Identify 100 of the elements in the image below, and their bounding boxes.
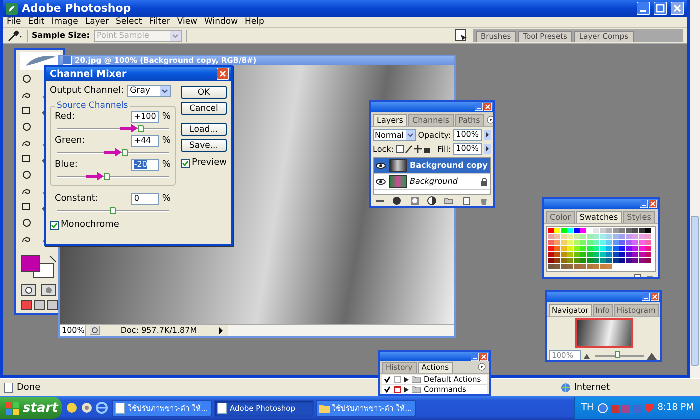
zoom-out-icon[interactable] bbox=[584, 353, 592, 359]
lock-options-icon[interactable] bbox=[396, 144, 430, 154]
navigator-preview[interactable] bbox=[574, 318, 632, 348]
group-label: Source Channels bbox=[56, 101, 130, 111]
horizontal-scrollbar[interactable] bbox=[228, 325, 454, 336]
tray-icons-drawing[interactable] bbox=[598, 402, 654, 414]
layer-row[interactable]: Background bbox=[374, 174, 490, 190]
menu-item[interactable]: Select bbox=[116, 17, 142, 27]
dialog-button[interactable]: OK bbox=[180, 86, 227, 99]
menu-item[interactable]: Image bbox=[52, 17, 78, 27]
dialog-button[interactable]: Save... bbox=[180, 139, 227, 152]
close-icon[interactable] bbox=[480, 353, 488, 361]
layer-style-icon[interactable] bbox=[392, 196, 402, 206]
layer-row[interactable]: Background copy bbox=[374, 158, 490, 174]
panel-tab[interactable]: Channels bbox=[408, 114, 454, 126]
clock: 8:18 PM bbox=[658, 403, 694, 413]
slider-thumb[interactable] bbox=[104, 173, 110, 180]
mode-buttons-icon[interactable] bbox=[20, 284, 60, 313]
close-icon[interactable] bbox=[649, 200, 657, 208]
document-info: Doc: 957.7K/1.87M bbox=[120, 326, 198, 335]
palette-well-icon[interactable] bbox=[455, 29, 469, 42]
menu-item[interactable]: File bbox=[7, 17, 22, 27]
value-field[interactable]: +100 bbox=[131, 111, 160, 123]
status-text: Done bbox=[17, 382, 41, 392]
dialog-title: Channel Mixer bbox=[50, 68, 127, 80]
browser-icon[interactable] bbox=[96, 402, 108, 414]
close-icon[interactable] bbox=[651, 293, 659, 301]
close-icon[interactable] bbox=[484, 103, 492, 111]
eye-icon[interactable] bbox=[376, 162, 386, 168]
channel-label: Constant: bbox=[55, 194, 98, 204]
minimize-icon[interactable] bbox=[471, 353, 479, 361]
minimize-icon[interactable] bbox=[475, 103, 483, 111]
zoom-in-icon[interactable] bbox=[647, 352, 658, 360]
menu-item[interactable]: Layer bbox=[85, 17, 110, 27]
arrow-icon[interactable] bbox=[218, 326, 224, 334]
slider-thumb[interactable] bbox=[110, 207, 116, 214]
slider-thumb[interactable] bbox=[138, 125, 144, 132]
check-icon bbox=[182, 160, 189, 166]
new-layer-icon[interactable] bbox=[462, 196, 472, 206]
slider-thumb[interactable] bbox=[122, 149, 128, 156]
channel-label: Green: bbox=[55, 136, 86, 146]
folder-icon bbox=[319, 402, 330, 414]
minimize-icon[interactable] bbox=[640, 200, 648, 208]
adjustment-layer-icon[interactable] bbox=[426, 196, 437, 206]
layer-name: Background bbox=[410, 177, 459, 186]
eyedropper-icon[interactable] bbox=[7, 30, 23, 42]
media-player-icon[interactable] bbox=[81, 402, 93, 414]
value-field[interactable]: +44 bbox=[131, 135, 160, 147]
globe-icon bbox=[561, 382, 572, 392]
dialog-toggle-icon[interactable] bbox=[394, 386, 401, 393]
menu-item[interactable]: Edit bbox=[28, 17, 45, 27]
start-button[interactable]: start bbox=[0, 397, 62, 419]
arrow-icon[interactable] bbox=[484, 130, 491, 140]
checkbox-label: Preview bbox=[192, 158, 227, 168]
check-icon[interactable] bbox=[384, 386, 391, 393]
panel-menu-icon[interactable] bbox=[487, 116, 493, 124]
help-icon[interactable] bbox=[66, 402, 78, 414]
menu-item[interactable]: Help bbox=[245, 17, 264, 27]
eye-icon[interactable] bbox=[376, 178, 386, 184]
field-label: Fill: bbox=[438, 144, 452, 154]
maximize-icon[interactable] bbox=[654, 2, 667, 15]
dialog-button[interactable]: Load... bbox=[180, 123, 227, 136]
caret-icon bbox=[160, 86, 170, 96]
minimize-icon[interactable] bbox=[642, 293, 650, 301]
check-icon[interactable] bbox=[384, 376, 391, 383]
output-channel-dropdown[interactable]: Gray bbox=[127, 85, 172, 97]
language-indicator[interactable]: TH bbox=[581, 403, 594, 413]
checkbox[interactable] bbox=[180, 158, 190, 168]
mask-icon[interactable] bbox=[410, 196, 420, 206]
browser-scrollbar[interactable] bbox=[690, 0, 700, 378]
opacity-field[interactable]: 100% bbox=[453, 129, 482, 141]
fill-field[interactable]: 100% bbox=[453, 143, 482, 155]
value-field[interactable]: -20 bbox=[131, 159, 160, 171]
panel-tab[interactable]: Styles bbox=[623, 211, 656, 223]
zoom-field[interactable]: 100% bbox=[60, 325, 86, 336]
menu-item[interactable]: View bbox=[177, 17, 198, 27]
blend-mode-dropdown[interactable]: Normal bbox=[373, 129, 416, 141]
close-icon[interactable] bbox=[217, 68, 229, 80]
menu-item[interactable]: Filter bbox=[149, 17, 170, 27]
caret-icon bbox=[406, 130, 416, 140]
checkbox-label: Monochrome bbox=[61, 220, 120, 230]
panel-tab[interactable]: Paths bbox=[454, 114, 484, 126]
swatch-grid[interactable] bbox=[548, 228, 652, 270]
status-text: Internet bbox=[574, 382, 610, 392]
minimize-icon[interactable] bbox=[637, 2, 650, 15]
value-field[interactable]: 0 bbox=[131, 193, 160, 205]
panel-tab[interactable]: Layers bbox=[373, 114, 408, 126]
checkbox[interactable] bbox=[50, 220, 59, 230]
layer-thumbnail bbox=[389, 159, 407, 172]
status-icon bbox=[90, 326, 100, 335]
field-label: Sample Size: bbox=[32, 31, 90, 40]
layer-name: Background copy bbox=[410, 161, 488, 170]
panel-tab[interactable]: Color bbox=[546, 211, 575, 223]
panel-menu-icon[interactable] bbox=[478, 363, 486, 371]
dialog-button[interactable]: Cancel bbox=[180, 102, 227, 115]
menu-item[interactable]: Window bbox=[204, 17, 238, 27]
field-label: Lock: bbox=[373, 144, 394, 154]
zoom-slider-thumb[interactable] bbox=[615, 351, 620, 358]
arrow-icon[interactable] bbox=[484, 144, 491, 154]
panel-tab[interactable]: Swatches bbox=[576, 211, 622, 223]
